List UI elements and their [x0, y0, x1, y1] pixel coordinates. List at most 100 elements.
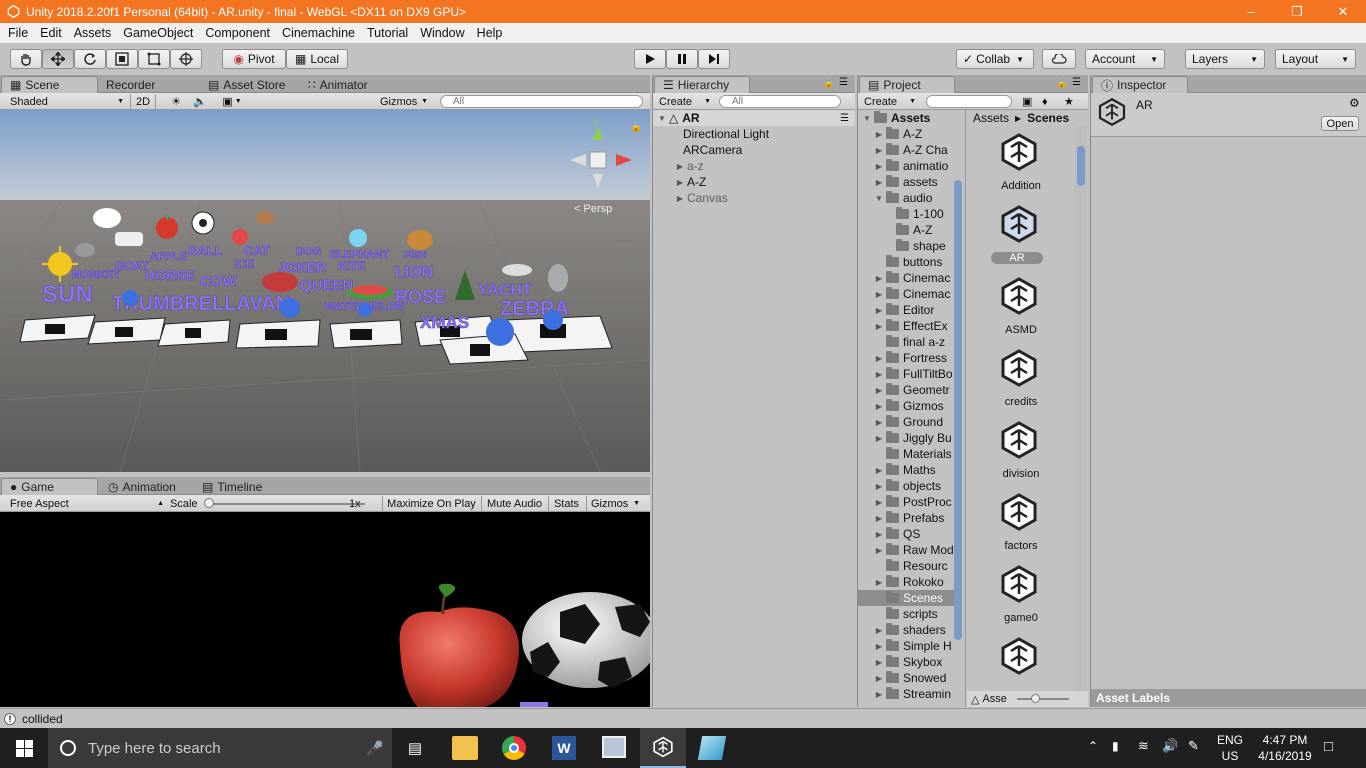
game-view[interactable] — [0, 512, 650, 707]
language-indicator[interactable]: ENG US — [1212, 732, 1248, 764]
chevron-right-icon[interactable]: ▶ — [874, 674, 884, 683]
microphone-icon[interactable]: 🎤 — [366, 740, 383, 757]
chevron-right-icon[interactable]: ▶ — [874, 354, 884, 363]
hierarchy-search-input[interactable]: All — [719, 95, 841, 108]
play-button[interactable] — [634, 49, 666, 69]
game-gizmos-dropdown[interactable]: Gizmos ▼ — [586, 496, 644, 511]
tab-animation[interactable]: ◷ Animation — [100, 478, 184, 495]
mute-audio-toggle[interactable]: Mute Audio — [481, 496, 547, 511]
tab-game[interactable]: ● Game — [1, 478, 98, 495]
project-folder-item[interactable]: ▶ QS — [858, 526, 954, 542]
scene-asset-item[interactable]: credits — [967, 346, 1075, 416]
hierarchy-item[interactable]: ▶ A-Z — [675, 174, 706, 190]
project-folder-item[interactable]: ▶ Ground — [858, 414, 954, 430]
tray-chevron-up-icon[interactable]: ⌃ — [1088, 739, 1098, 753]
stats-toggle[interactable]: Stats — [548, 496, 584, 511]
hand-tool-button[interactable] — [10, 49, 42, 69]
scene-menu-icon[interactable]: ☰ — [840, 113, 849, 124]
close-button[interactable]: ✕ — [1320, 0, 1366, 23]
project-folder-item[interactable]: ▶ EffectEx — [858, 318, 954, 334]
taskbar-search-box[interactable]: Type here to search 🎤 — [48, 728, 392, 768]
chevron-right-icon[interactable]: ▶ — [675, 162, 685, 171]
asset-labels-bar[interactable]: Asset Labels — [1091, 689, 1366, 707]
scene-view[interactable]: SUN TRUMBRELLAVAN LION YACHT ZEBRA XMAS … — [0, 110, 650, 472]
chevron-right-icon[interactable]: ▶ — [874, 466, 884, 475]
chevron-right-icon[interactable]: ▶ — [874, 178, 884, 187]
chevron-right-icon[interactable]: ▶ — [874, 418, 884, 427]
persp-label[interactable]: < Persp — [574, 203, 612, 215]
project-folder-item[interactable]: ▶ A-Z — [858, 126, 954, 142]
lock-icon[interactable]: 🔒 — [1056, 78, 1067, 89]
tab-asset-store[interactable]: ▤ Asset Store — [200, 76, 293, 93]
menu-file[interactable]: File — [2, 26, 34, 40]
scene-asset-item[interactable]: game0 — [967, 562, 1075, 632]
hierarchy-scene-root[interactable]: ▼ △ AR ☰ — [653, 110, 855, 126]
layers-dropdown[interactable]: Layers ▼ — [1185, 49, 1265, 69]
chevron-right-icon[interactable]: ▶ — [874, 306, 884, 315]
pause-button[interactable] — [666, 49, 698, 69]
word-icon[interactable]: W — [552, 736, 576, 760]
project-folder-item[interactable]: ▶ animatio — [858, 158, 954, 174]
icon-size-slider-handle[interactable] — [1031, 694, 1040, 703]
filter-label-icon[interactable]: ♦ — [1042, 94, 1048, 109]
open-button[interactable]: Open — [1321, 116, 1359, 131]
photos-icon[interactable] — [602, 736, 626, 758]
scene-search-input[interactable]: All — [440, 95, 643, 108]
breadcrumb-assets[interactable]: Assets — [973, 111, 1009, 125]
audio-toggle[interactable]: 🔈 — [190, 94, 210, 109]
rotate-tool-button[interactable] — [74, 49, 106, 69]
project-folder-item[interactable]: ▶ Fortress — [858, 350, 954, 366]
favorite-icon[interactable]: ★ — [1064, 94, 1074, 109]
project-folder-item[interactable]: ▶ assets — [858, 174, 954, 190]
chevron-right-icon[interactable]: ▶ — [874, 402, 884, 411]
step-button[interactable] — [698, 49, 730, 69]
hierarchy-item[interactable]: Directional Light — [683, 126, 769, 142]
local-toggle[interactable]: ▦ Local — [286, 49, 348, 69]
project-folder-item[interactable]: ▶ objects — [858, 478, 954, 494]
transform-tool-button[interactable] — [170, 49, 202, 69]
lighting-toggle[interactable]: ☀ — [166, 94, 186, 109]
tab-hierarchy[interactable]: ☰ Hierarchy — [654, 76, 750, 93]
icon-size-slider[interactable] — [1017, 698, 1069, 700]
chevron-right-icon[interactable]: ▶ — [675, 194, 685, 203]
tab-inspector[interactable]: ⓘ Inspector — [1092, 76, 1188, 93]
chevron-right-icon[interactable]: ▶ — [874, 658, 884, 667]
gear-icon[interactable]: ⚙ — [1349, 96, 1360, 110]
scale-tool-button[interactable] — [106, 49, 138, 69]
tab-animator[interactable]: ∷ Animator — [300, 76, 376, 93]
project-folder-item[interactable]: 1-100 — [858, 206, 954, 222]
tree-scrollbar[interactable] — [954, 180, 962, 640]
chevron-right-icon[interactable]: ▶ — [874, 530, 884, 539]
project-folder-item[interactable]: ▶ Rokoko — [858, 574, 954, 590]
breadcrumb-scenes[interactable]: Scenes — [1027, 111, 1069, 125]
pivot-toggle[interactable]: ◉ Pivot — [222, 49, 286, 69]
clock[interactable]: 4:47 PM 4/16/2019 — [1252, 732, 1318, 764]
chevron-right-icon[interactable]: ▶ — [874, 290, 884, 299]
project-folder-item[interactable]: final a-z — [858, 334, 954, 350]
app-icon[interactable] — [697, 736, 727, 760]
chevron-right-icon[interactable]: ▶ — [874, 146, 884, 155]
grid-scrollbar[interactable] — [1075, 126, 1087, 700]
chevron-right-icon[interactable]: ▶ — [874, 546, 884, 555]
grid-scrollbar-thumb[interactable] — [1077, 146, 1085, 186]
menu-cinemachine[interactable]: Cinemachine — [276, 26, 361, 40]
chevron-right-icon[interactable]: ▶ — [675, 178, 685, 187]
minimize-button[interactable]: – — [1228, 0, 1274, 23]
project-folder-item[interactable]: Materials — [858, 446, 954, 462]
scene-asset-item[interactable]: AR — [967, 202, 1075, 272]
unity-taskbar-icon[interactable] — [640, 728, 686, 768]
mode-2d-toggle[interactable]: 2D — [130, 94, 156, 109]
chevron-right-icon[interactable]: ▶ — [874, 274, 884, 283]
project-folder-item[interactable]: ▼ audio — [858, 190, 954, 206]
chevron-right-icon[interactable]: ▶ — [874, 690, 884, 699]
layout-dropdown[interactable]: Layout ▼ — [1275, 49, 1356, 69]
aspect-dropdown[interactable]: Free Aspect ▲ — [10, 496, 164, 511]
project-folder-item[interactable]: ▶ Jiggly Bu — [858, 430, 954, 446]
chevron-right-icon[interactable]: ▶ — [874, 626, 884, 635]
panel-menu-icon[interactable]: ☰ — [1072, 77, 1081, 88]
project-folder-item[interactable]: ▶ Streamin — [858, 686, 954, 702]
project-folder-item[interactable]: ▶ PostProc — [858, 494, 954, 510]
project-folder-item[interactable]: ▶ Cinemac — [858, 270, 954, 286]
tab-scene[interactable]: ▦ Scene — [1, 76, 98, 93]
file-explorer-icon[interactable] — [452, 736, 478, 760]
